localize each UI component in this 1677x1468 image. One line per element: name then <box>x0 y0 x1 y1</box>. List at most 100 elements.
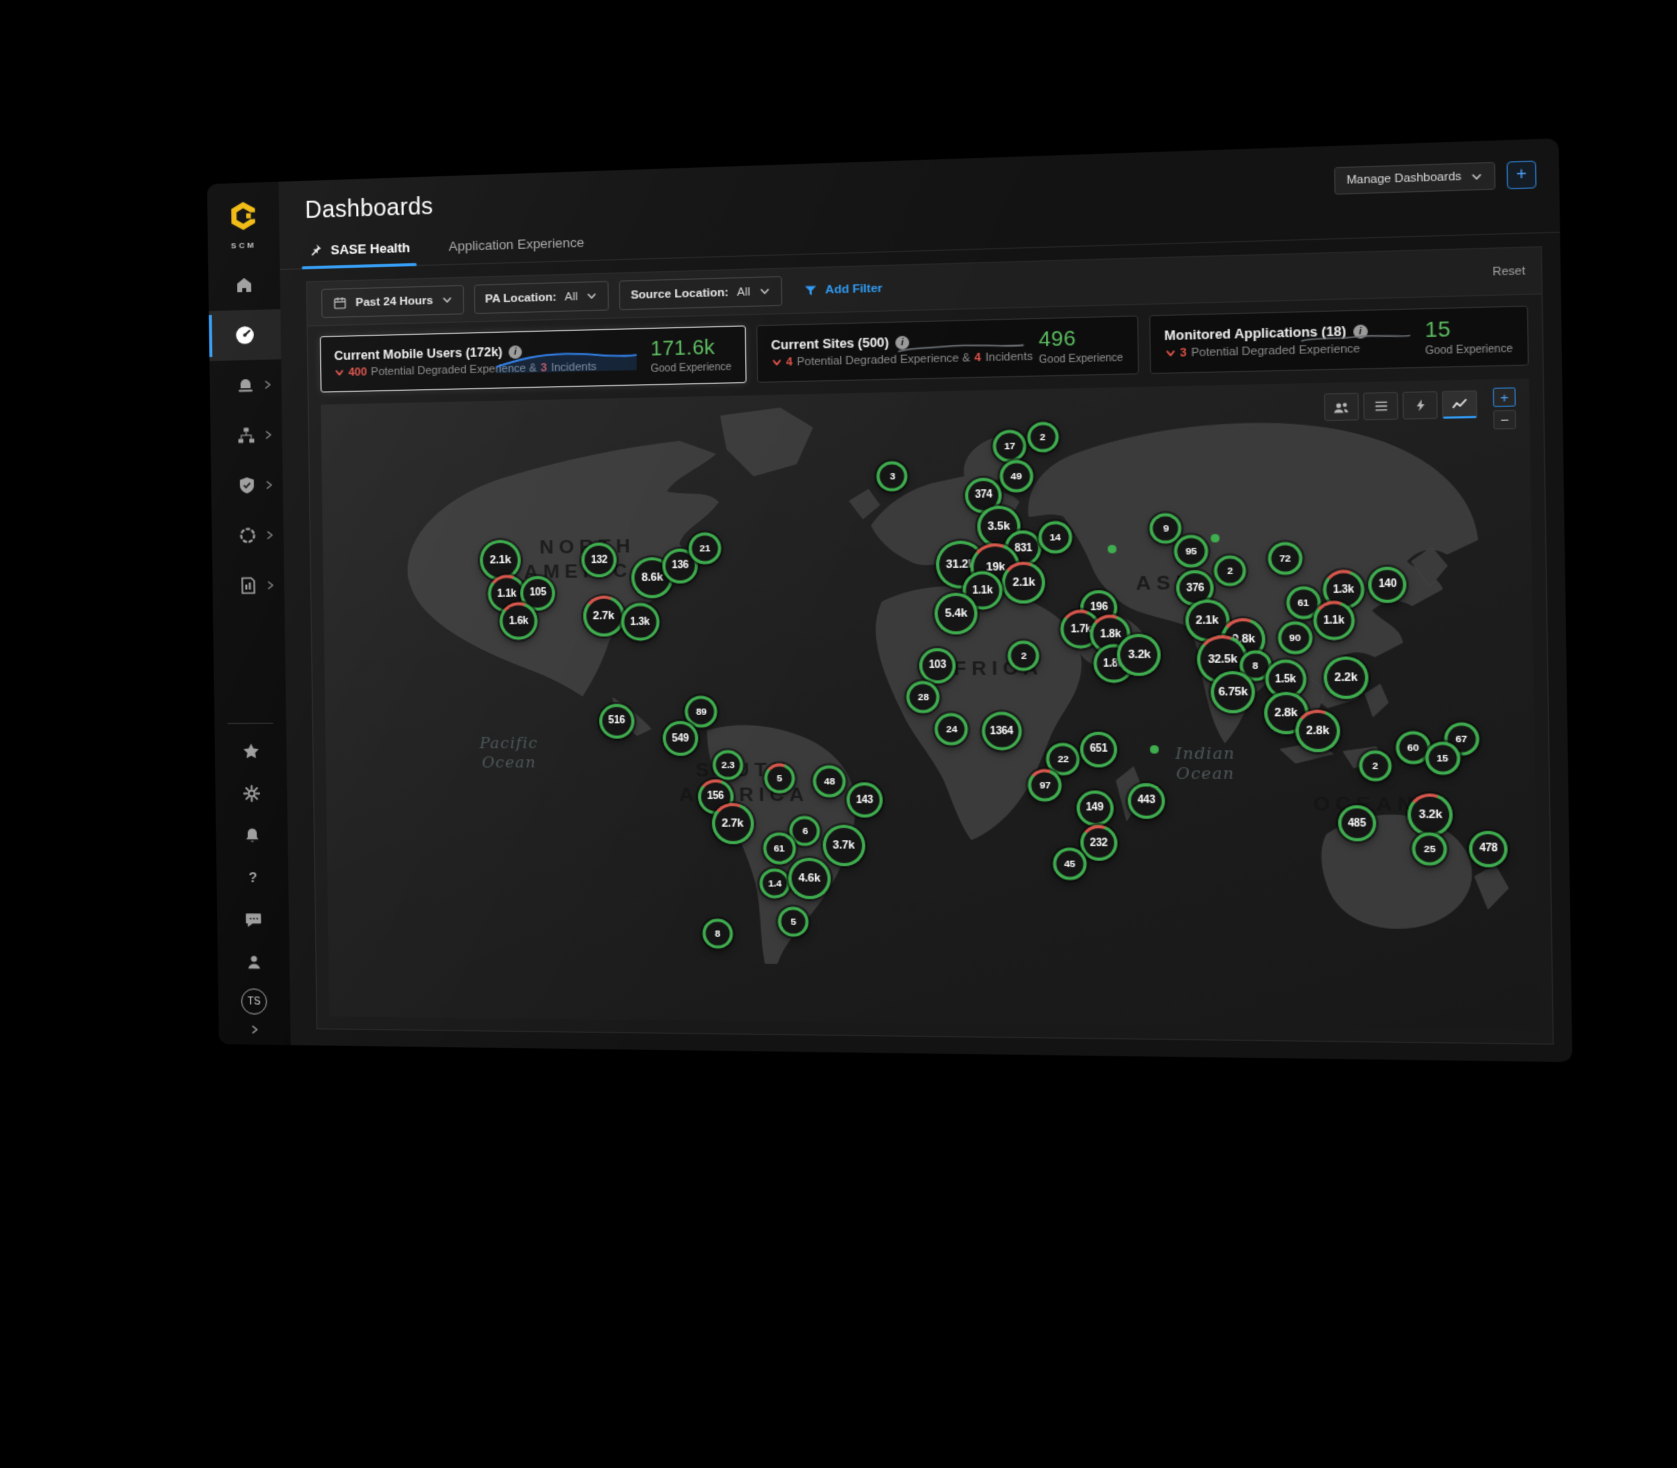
sidebar-item-alarm[interactable] <box>209 359 281 411</box>
world-map[interactable]: NORTHAMERICASOUTHAMERICAAFRICAASIAOCEANI… <box>321 378 1539 1030</box>
pa-location-dropdown[interactable]: PA Location: All <box>474 281 609 314</box>
map-bubble[interactable]: 516 <box>599 703 635 738</box>
map-bubble[interactable]: 103 <box>919 648 956 684</box>
chevron-right-icon <box>262 380 272 390</box>
map-bubble[interactable]: 2 <box>1214 556 1246 587</box>
map-bubble[interactable]: 1.4 <box>759 868 790 898</box>
sidebar: SCM ? TS <box>207 182 291 1045</box>
user-avatar[interactable]: TS <box>241 988 267 1014</box>
add-dashboard-button[interactable]: + <box>1507 161 1537 190</box>
map-bubble[interactable]: 2.7k <box>583 595 625 636</box>
map-bubble[interactable]: 5 <box>778 907 809 937</box>
degraded-count: 4 <box>786 356 793 369</box>
map-bubble[interactable]: 28 <box>907 681 941 713</box>
map-bubble[interactable]: 3.7k <box>822 825 865 866</box>
map-bubble[interactable]: 651 <box>1080 731 1118 767</box>
map-bubble[interactable]: 549 <box>662 721 698 756</box>
sidebar-item-shield[interactable] <box>211 460 283 511</box>
sidebar-item-help[interactable]: ? <box>216 856 288 898</box>
map-bubble[interactable]: 24 <box>935 713 969 745</box>
scm-logo[interactable]: SCM <box>226 192 261 260</box>
bolt-view-button[interactable] <box>1402 391 1437 419</box>
users2-view-button[interactable] <box>1324 393 1359 421</box>
map-bubble[interactable]: 6.75k <box>1211 671 1256 713</box>
sidebar-item-star[interactable] <box>215 730 287 772</box>
map-bubble[interactable]: 2 <box>1008 640 1040 671</box>
map-bubble[interactable]: 8 <box>702 918 733 948</box>
user-icon <box>244 952 263 971</box>
map-bubble[interactable]: 1364 <box>981 712 1021 751</box>
trend-down-icon <box>1165 348 1176 359</box>
map-bubble[interactable]: 90 <box>1277 621 1312 654</box>
map-bubble[interactable]: 3.2k <box>1117 633 1161 675</box>
list-view-button[interactable] <box>1363 392 1398 420</box>
map-bubble[interactable]: 2 <box>1359 750 1392 781</box>
add-filter-button[interactable]: Add Filter <box>803 281 882 298</box>
zoom-in-button[interactable]: + <box>1493 387 1516 407</box>
map-bubble[interactable]: 1.3k <box>620 603 659 641</box>
map-bubble[interactable]: 97 <box>1028 769 1062 801</box>
map-bubble[interactable]: 2.2k <box>1323 656 1368 699</box>
map-bubble[interactable]: 15 <box>1425 742 1461 775</box>
manage-dashboards-button[interactable]: Manage Dashboards <box>1334 162 1496 195</box>
sidebar-item-home[interactable] <box>208 259 280 311</box>
map-bubble[interactable]: 485 <box>1338 805 1377 841</box>
map-bubble[interactable]: 3.2k <box>1408 793 1454 836</box>
bubble-count: 105 <box>523 579 552 608</box>
map-bubble[interactable]: 232 <box>1080 825 1118 861</box>
zoom-out-button[interactable]: − <box>1493 410 1516 430</box>
map-bubble[interactable]: 140 <box>1368 566 1407 603</box>
map-bubble[interactable]: 443 <box>1127 783 1165 819</box>
map-bubble[interactable]: 1.1k <box>1313 601 1355 641</box>
map-bubble[interactable]: 61 <box>763 833 796 865</box>
map-bubble[interactable]: 143 <box>846 783 883 818</box>
map-bubble[interactable]: 5 <box>764 763 795 793</box>
chart-view-button[interactable] <box>1442 390 1477 418</box>
sidebar-item-reports[interactable] <box>212 560 284 611</box>
sidebar-item-chat[interactable] <box>217 898 289 941</box>
sidebar-item-settings[interactable] <box>215 772 287 814</box>
source-location-value: All <box>737 286 751 299</box>
bubble-count: 97 <box>1031 773 1058 799</box>
bubble-count: 9 <box>1153 516 1179 541</box>
map-bubble[interactable]: 149 <box>1076 790 1114 826</box>
sidebar-item-insights[interactable] <box>212 510 284 561</box>
bubble-count: 3.2k <box>1120 637 1158 673</box>
kpi-card-mobile-users[interactable]: Current Mobile Users (172k) i 400 Potent… <box>320 325 747 392</box>
tab-label: Application Experience <box>449 235 585 254</box>
map-bubble[interactable]: 89 <box>685 696 718 728</box>
map-bubble[interactable]: 5.4k <box>934 593 978 635</box>
bubble-count: 3.2k <box>1411 796 1450 832</box>
sidebar-item-network[interactable] <box>210 409 282 461</box>
map-bubble[interactable]: 48 <box>813 765 846 797</box>
sidebar-item-user[interactable] <box>217 940 289 983</box>
bubble-count: 2.1k <box>483 543 518 578</box>
map-bubble[interactable]: 6 <box>790 815 821 845</box>
sidebar-item-bell[interactable] <box>216 814 288 856</box>
chevron-right-icon <box>265 580 275 590</box>
sidebar-item-gauge[interactable] <box>209 309 281 361</box>
sidebar-collapse-button[interactable] <box>249 1018 259 1044</box>
time-range-dropdown[interactable]: Past 24 Hours <box>321 285 464 318</box>
bubble-count: 516 <box>602 706 631 735</box>
map-bubble[interactable]: 25 <box>1412 832 1447 865</box>
svg-text:?: ? <box>248 870 257 886</box>
map-bubble[interactable]: 1.6k <box>499 602 537 640</box>
bubble-count: 2.1k <box>1188 603 1226 639</box>
map-bubble[interactable]: 478 <box>1469 831 1508 867</box>
tab-sase-health[interactable]: SASE Health <box>305 232 412 268</box>
source-location-dropdown[interactable]: Source Location: All <box>619 276 782 310</box>
kpi-value-label: Good Experience <box>1425 343 1513 357</box>
map-bubble[interactable]: 4.6k <box>788 858 831 899</box>
tab-application-experience[interactable]: Application Experience <box>446 226 586 264</box>
kpi-card-sites[interactable]: Current Sites (500) i 4 Potential Degrad… <box>756 315 1139 382</box>
map-bubble[interactable]: 45 <box>1052 848 1086 881</box>
map-bubble[interactable]: 2.1k <box>1002 562 1046 604</box>
reset-button[interactable]: Reset <box>1492 264 1525 278</box>
bubble-count: 103 <box>922 651 952 680</box>
map-bubble[interactable]: 2.7k <box>711 803 754 844</box>
map-bubble[interactable]: 2.3 <box>713 750 744 780</box>
chevron-right-icon <box>264 530 274 540</box>
kpi-card-applications[interactable]: Monitored Applications (18) i 3 Potentia… <box>1149 306 1529 374</box>
map-bubble[interactable]: 2.8k <box>1295 710 1340 753</box>
